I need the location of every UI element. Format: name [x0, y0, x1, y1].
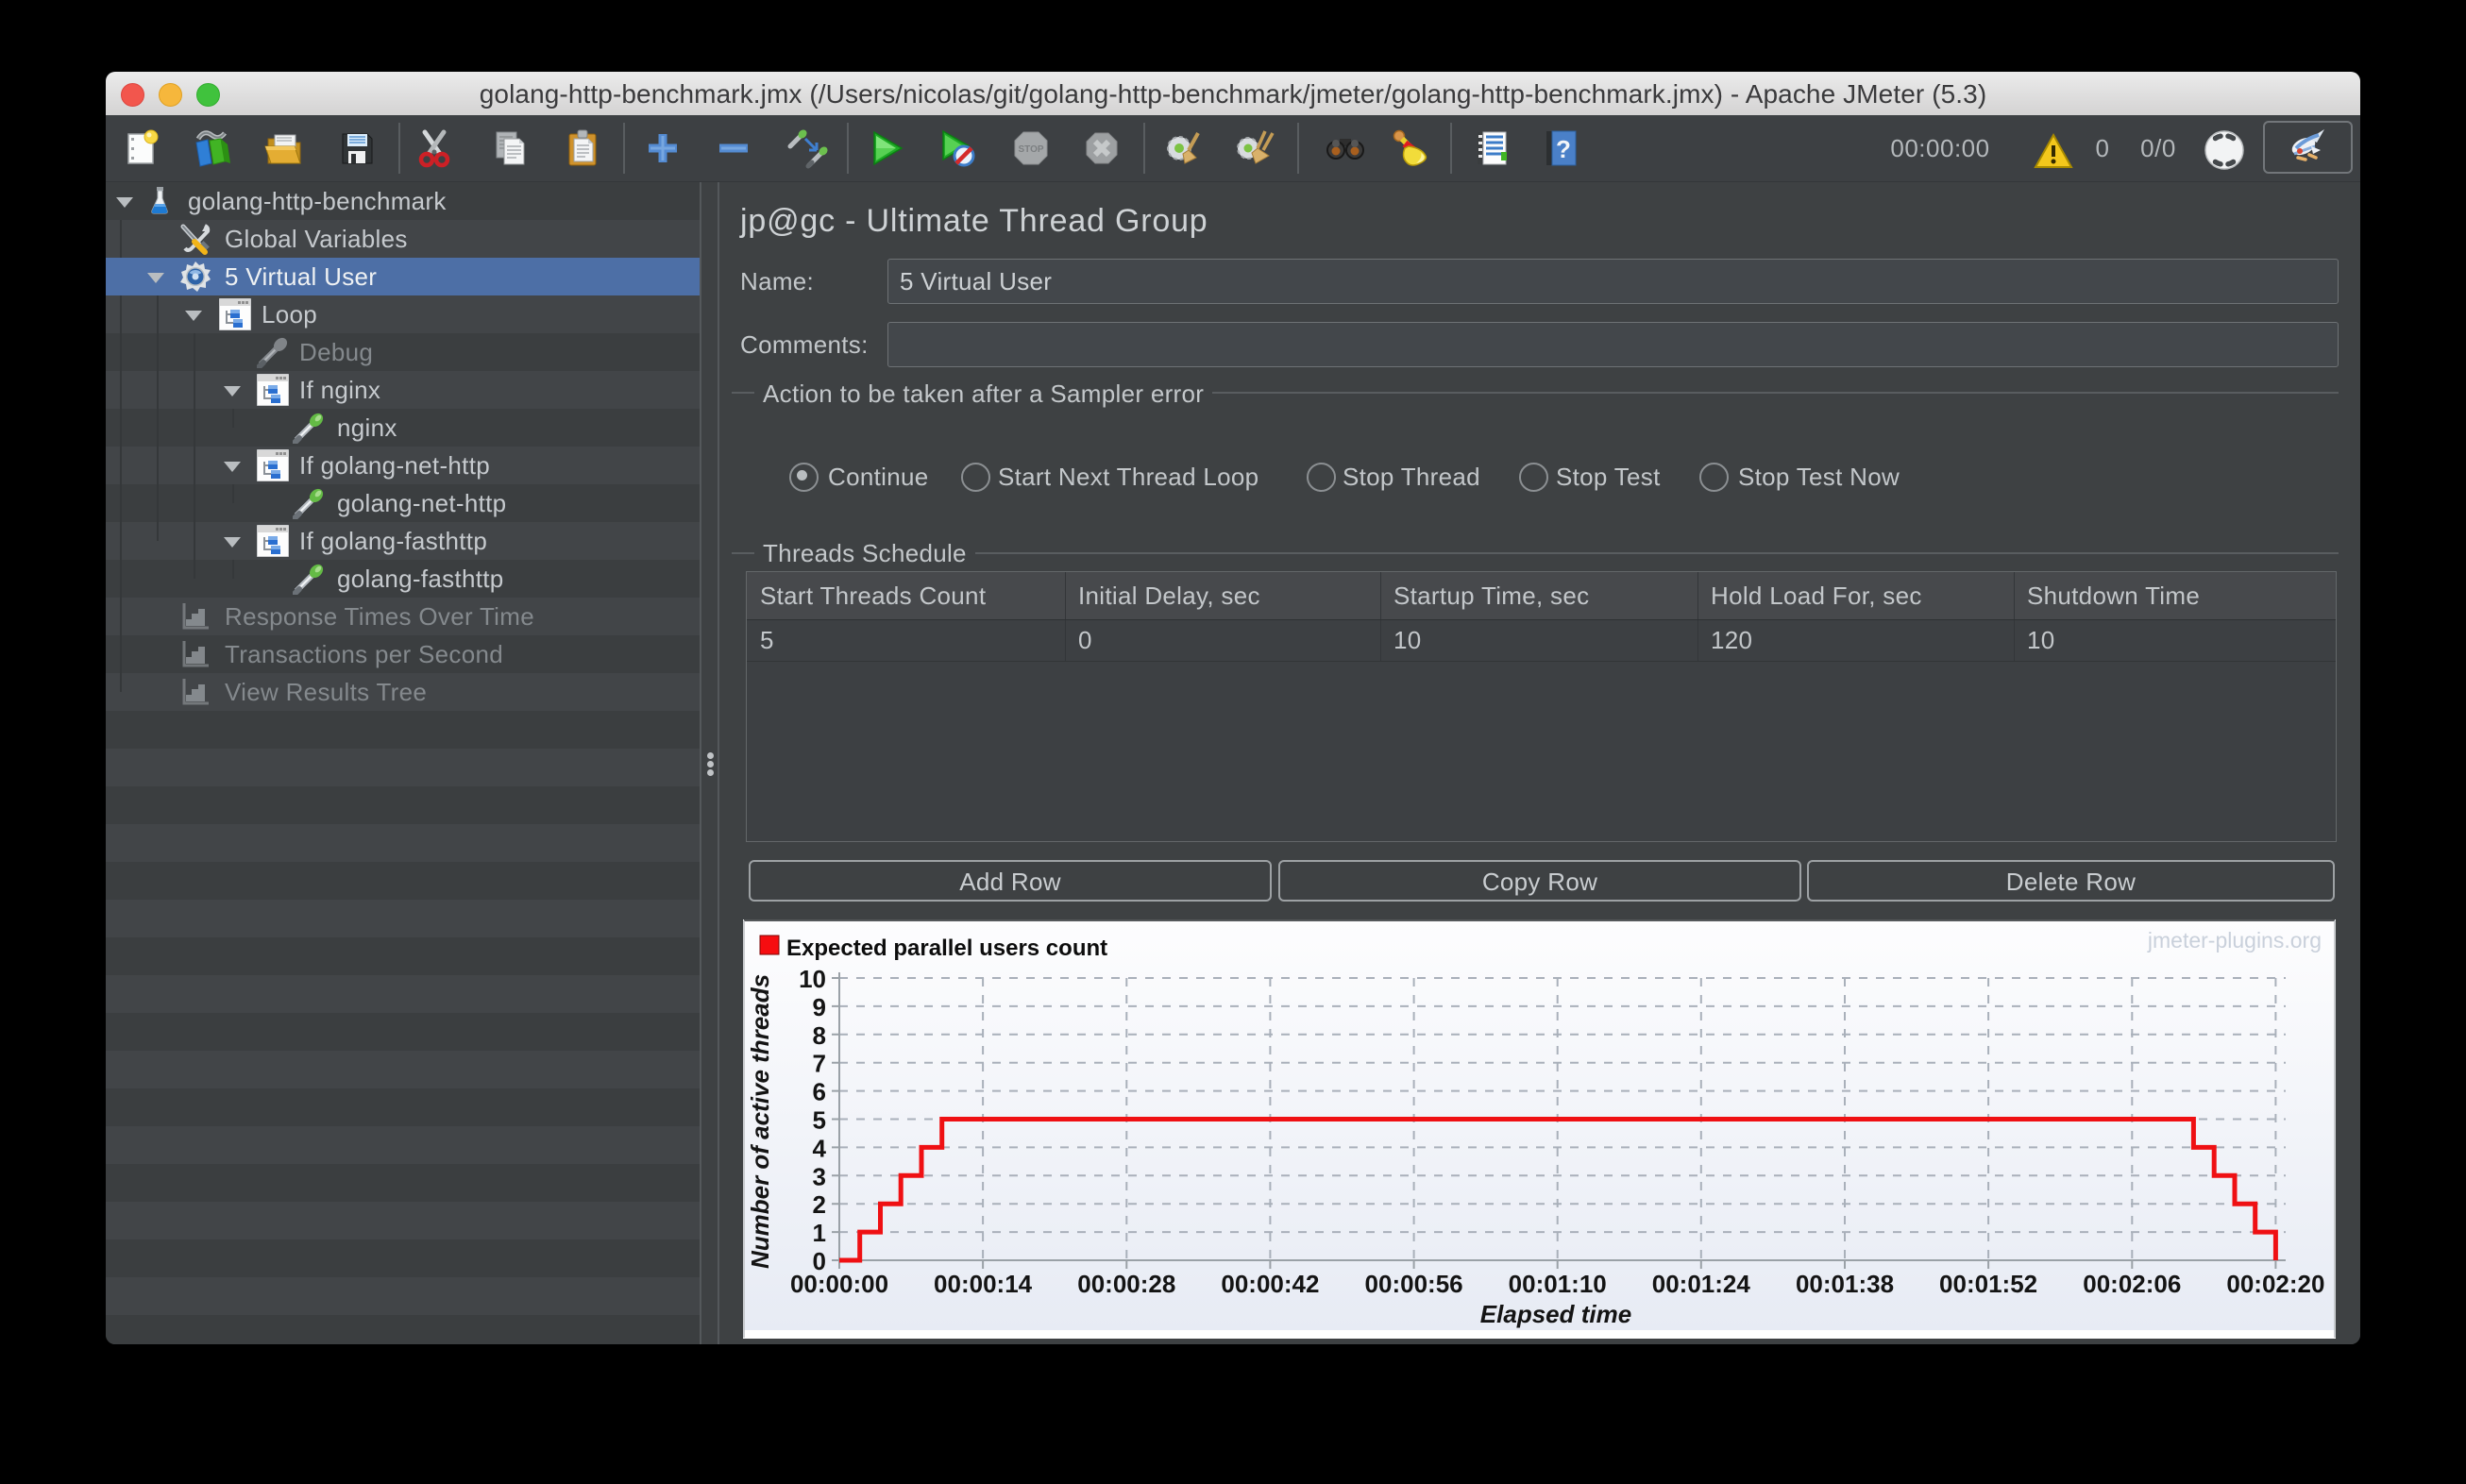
svg-text:00:00:56: 00:00:56	[1365, 1270, 1463, 1298]
svg-text:STOP: STOP	[1018, 144, 1043, 155]
svg-text:?: ?	[1556, 135, 1571, 163]
svg-text:00:01:38: 00:01:38	[1796, 1270, 1894, 1298]
svg-text:00:00:42: 00:00:42	[1221, 1270, 1319, 1298]
svg-text:6: 6	[813, 1078, 826, 1106]
svg-text:Elapsed time: Elapsed time	[1480, 1300, 1631, 1328]
svg-text:2: 2	[813, 1190, 826, 1219]
svg-text:Expected parallel users count: Expected parallel users count	[786, 936, 1107, 961]
svg-text:3: 3	[813, 1162, 826, 1190]
svg-text:1: 1	[813, 1219, 826, 1247]
svg-text:Number of active threads: Number of active threads	[746, 974, 774, 1269]
svg-text:00:00:00: 00:00:00	[790, 1270, 888, 1298]
svg-text:00:00:14: 00:00:14	[934, 1270, 1033, 1298]
svg-text:00:01:52: 00:01:52	[1939, 1270, 2037, 1298]
svg-text:00:01:10: 00:01:10	[1509, 1270, 1607, 1298]
svg-text:7: 7	[813, 1050, 826, 1078]
svg-text:4: 4	[813, 1134, 827, 1162]
svg-text:00:02:06: 00:02:06	[2083, 1270, 2181, 1298]
svg-text:9: 9	[813, 993, 826, 1021]
svg-text:00:01:24: 00:01:24	[1652, 1270, 1751, 1298]
svg-text:00:02:20: 00:02:20	[2226, 1270, 2324, 1298]
svg-text:8: 8	[813, 1021, 826, 1050]
svg-text:00:00:28: 00:00:28	[1077, 1270, 1175, 1298]
svg-text:5: 5	[813, 1106, 826, 1135]
svg-text:jmeter-plugins.org: jmeter-plugins.org	[2147, 928, 2322, 953]
svg-text:10: 10	[799, 965, 826, 993]
